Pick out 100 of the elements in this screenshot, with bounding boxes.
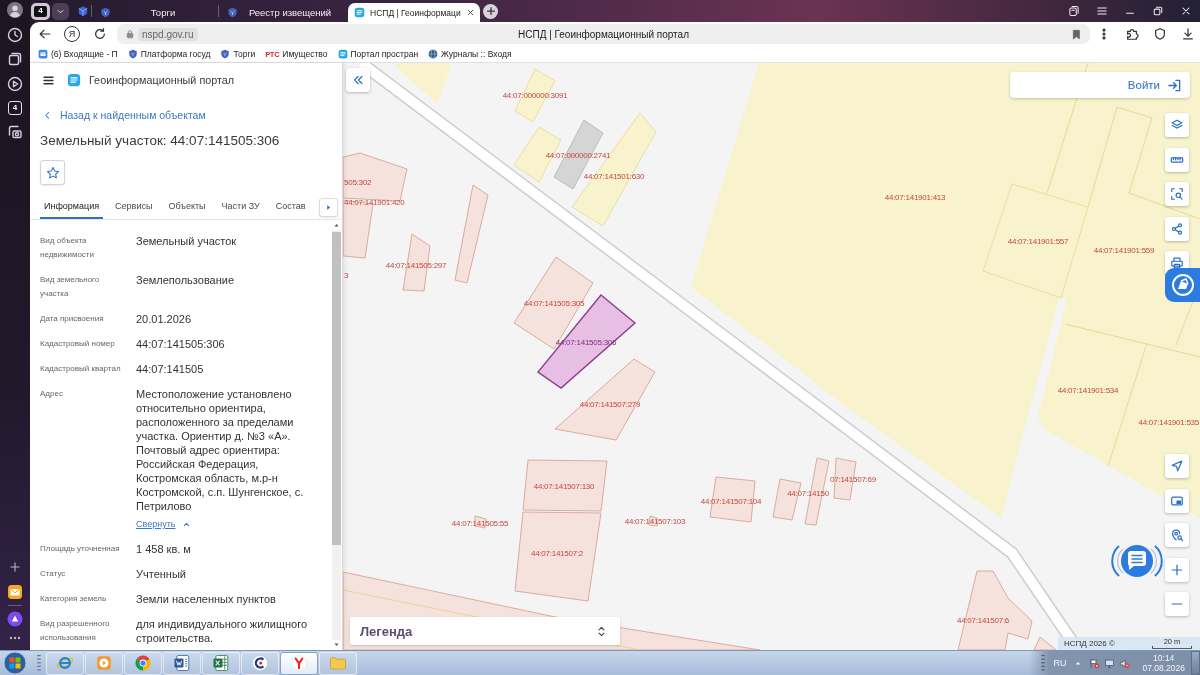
property-label: Вид земельного участка — [40, 274, 101, 300]
start-button[interactable] — [3, 651, 27, 675]
property-value: Земельный участок — [136, 234, 238, 248]
property-label: Кадастровый номер — [40, 338, 116, 350]
folder-icon — [329, 654, 347, 672]
login-button[interactable]: Войти — [1010, 72, 1190, 98]
parcel-label: 44:07:141507:6 — [956, 615, 1010, 625]
screenshot-icon[interactable] — [7, 123, 23, 140]
property-value: для индивидуального жилищного строительства. — [136, 617, 308, 645]
bookmark-item[interactable]: Портал простран — [337, 49, 419, 59]
play-icon — [95, 654, 113, 672]
scrollbar-thumb[interactable] — [332, 232, 341, 545]
play-icon[interactable] — [7, 75, 23, 92]
property-label: Вид разрешенного использования — [40, 618, 111, 644]
property-value: 20.01.2026 — [136, 312, 193, 326]
bookmark-icon[interactable] — [1071, 28, 1082, 40]
segmented-circle-icon — [134, 654, 152, 672]
envelope-icon[interactable] — [7, 584, 23, 600]
dots-icon[interactable] — [9, 636, 21, 640]
info-tab[interactable]: Части ЗУ — [217, 195, 264, 219]
grip-icon[interactable] — [37, 654, 41, 672]
close-icon[interactable] — [1180, 5, 1192, 17]
puzzle-icon[interactable] — [1125, 27, 1139, 41]
parcel-label: 44:07:141507:279 — [579, 399, 641, 409]
browser-tab[interactable]: НСПД | Геоинформаци — [348, 3, 480, 22]
avatar-icon[interactable] — [7, 2, 23, 18]
triangle-right-icon — [325, 204, 332, 211]
share-button[interactable] — [1165, 216, 1189, 241]
taskbar-app-button[interactable] — [280, 651, 318, 675]
login-icon — [1167, 77, 1182, 93]
bookmark-item[interactable]: Торги — [220, 49, 256, 59]
browser-tab[interactable]: Реестр извещений — [221, 3, 343, 22]
tab-list-button[interactable] — [52, 2, 69, 20]
zoom-in-button[interactable] — [1165, 557, 1189, 582]
parcel-label: 44:07:14150 — [787, 488, 829, 498]
sidebar-counter-button[interactable]: 4 — [8, 100, 22, 115]
shield-icon[interactable] — [1153, 27, 1167, 41]
shield-icon — [100, 7, 111, 18]
scrollbar-track[interactable] — [332, 230, 341, 640]
bookmark-item[interactable]: Журналы :: Входя — [428, 49, 512, 59]
property-label: Вид объекта недвижимости — [40, 235, 95, 261]
collapse-link[interactable]: Свернуть — [136, 517, 192, 531]
triangle-circle-icon[interactable] — [7, 611, 23, 627]
parcel-label: 44:07:141505:297 — [385, 260, 447, 270]
favorite-button[interactable] — [40, 160, 65, 185]
spreadsheet-icon — [212, 654, 230, 672]
navigation-arrow-icon — [1170, 459, 1184, 473]
url-chip: nspd.gov.ru — [138, 27, 198, 41]
legend-dropdown[interactable]: Легенда — [350, 617, 620, 645]
chevron-left-icon — [43, 110, 52, 120]
download-icon[interactable] — [1181, 27, 1195, 41]
back-link[interactable]: Назад к найденным объектам — [40, 107, 206, 123]
cards-icon[interactable] — [1068, 5, 1080, 17]
parcel-label: 44:07:000000:2741 — [545, 150, 611, 160]
scale-bar — [1152, 646, 1192, 649]
layers-button[interactable] — [1165, 113, 1189, 137]
widget-button[interactable] — [1165, 268, 1200, 302]
property-value: Учтенный — [136, 567, 187, 581]
info-tab[interactable]: Сервисы — [111, 195, 157, 219]
back-icon[interactable] — [38, 27, 52, 41]
tab-counter-button[interactable]: 4 — [31, 2, 50, 20]
logo-icon — [354, 7, 365, 18]
document-icon — [173, 654, 191, 672]
flag-error-icon[interactable] — [1089, 657, 1101, 669]
collections-icon[interactable] — [7, 51, 23, 67]
new-tab-button[interactable] — [483, 3, 498, 19]
ruler-button[interactable] — [1165, 147, 1189, 172]
plus-icon[interactable] — [9, 561, 21, 573]
address-bar[interactable]: nspd.gov.ru НСПД | Геоинформационный портал — [117, 24, 1090, 44]
info-tab[interactable]: Состав — [271, 195, 310, 219]
restore-icon[interactable] — [1152, 5, 1164, 17]
printer-icon — [1170, 256, 1184, 270]
parcel-label: 44:07:141501:630 — [583, 171, 645, 181]
globe-icon — [428, 49, 439, 59]
reload-icon[interactable] — [93, 27, 107, 41]
area-search-button[interactable] — [1165, 182, 1189, 206]
monitor-icon[interactable] — [1104, 657, 1116, 669]
cube-icon[interactable] — [77, 5, 89, 17]
bookmark-item[interactable]: (6) Входящие - П — [38, 49, 118, 59]
info-tab[interactable]: Объекты — [164, 195, 210, 219]
parcel-label: 07:141507:69 — [830, 474, 876, 484]
page-title: НСПД | Геоинформационный портал — [518, 28, 689, 40]
e-logo-icon — [56, 654, 74, 672]
parcel-label: 44:07:141901:420 — [344, 197, 405, 207]
location-search-button[interactable] — [1165, 523, 1189, 547]
close-icon[interactable] — [465, 8, 475, 17]
navigate-button[interactable] — [1165, 454, 1189, 478]
history-icon[interactable] — [7, 26, 23, 43]
minimap-button[interactable] — [1165, 488, 1189, 513]
grip-icon[interactable] — [1041, 654, 1046, 672]
triangle-up-icon[interactable] — [1074, 659, 1083, 667]
property-label: Адрес — [40, 388, 64, 400]
info-tab[interactable]: Информация — [40, 195, 104, 219]
browser-tab[interactable]: Торги — [94, 3, 216, 22]
collapse-button[interactable] — [346, 68, 370, 92]
logo-icon — [337, 49, 348, 59]
picture-in-picture-icon — [1170, 493, 1184, 508]
speaker-muted-icon[interactable] — [1119, 657, 1131, 669]
circle-logo-icon — [1170, 273, 1195, 297]
bookmark-item[interactable]: Платформа госуд — [127, 49, 211, 59]
